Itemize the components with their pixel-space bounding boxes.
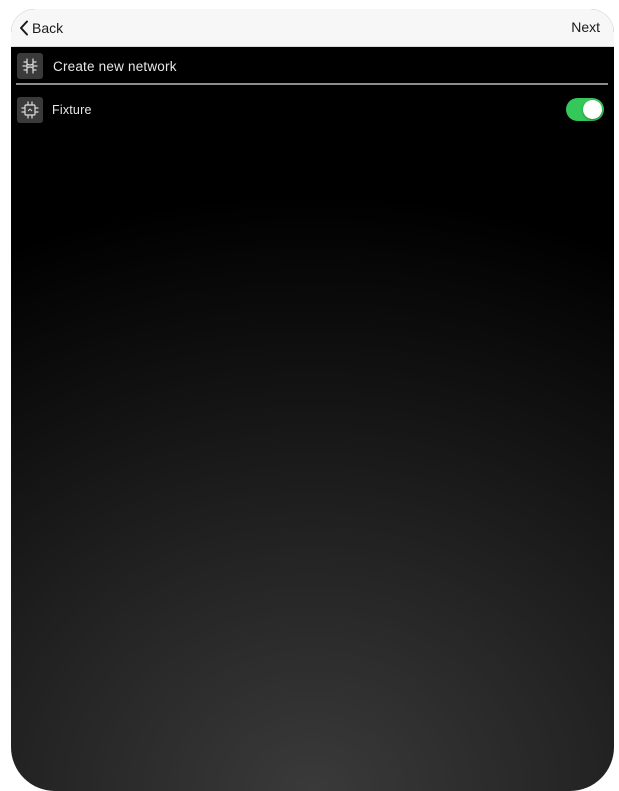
navigation-bar: Back Next [11, 9, 614, 47]
back-button[interactable]: Back [19, 17, 63, 39]
chevron-left-icon [20, 20, 28, 36]
row-divider [16, 83, 608, 85]
create-new-network-label: Create new network [53, 58, 177, 74]
back-button-label: Back [32, 20, 64, 36]
create-new-network-row[interactable]: Create new network [15, 50, 610, 82]
fixture-toggle[interactable] [566, 98, 604, 121]
toggle-knob [583, 100, 602, 119]
fixture-label: Fixture [52, 103, 92, 117]
device-screen: Back Next Create new network Fixture [11, 9, 614, 791]
next-button[interactable]: Next [571, 19, 600, 35]
fixture-row: Fixture [15, 93, 610, 127]
network-icon [17, 53, 43, 79]
chip-icon [17, 97, 43, 123]
